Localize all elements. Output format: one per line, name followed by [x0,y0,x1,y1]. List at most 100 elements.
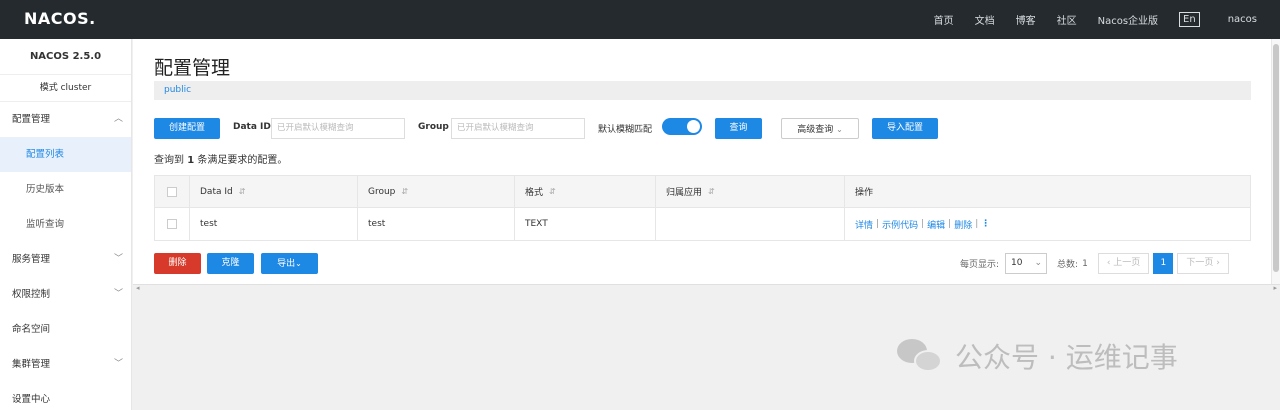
more-options-icon[interactable]: ⋮ [981,219,990,229]
table-header-row: Data Id ⇵ Group ⇵ 格式 ⇵ 归属应用 ⇵ 操作 [155,176,1250,208]
column-header-dataid[interactable]: Data Id ⇵ [190,176,358,207]
sort-icon[interactable]: ⇵ [549,187,556,196]
watermark: 公众号 · 运维记事 [897,336,1178,376]
column-header-app[interactable]: 归属应用 ⇵ [656,176,845,207]
config-table: Data Id ⇵ Group ⇵ 格式 ⇵ 归属应用 ⇵ 操作 test test T… [154,175,1251,241]
import-config-button[interactable]: 导入配置 [872,118,938,139]
sidebar-item-settings[interactable]: 设置中心 [0,382,131,410]
chevron-down-icon: ﹀ [113,289,123,299]
header-checkbox-cell [155,176,190,207]
dataid-input[interactable]: 已开启默认模糊查询 [271,118,405,139]
toggle-knob [687,120,700,133]
advanced-query-label: 高级查询 [797,125,834,135]
namespace-public-link[interactable]: public [164,85,191,95]
column-label: Group [368,186,396,197]
page-size-select[interactable]: 10 ⌄ [1005,253,1048,274]
page-size-label: 每页显示: [960,260,1000,270]
sample-code-link[interactable]: 示例代码 [882,218,918,231]
cell-format: TEXT [515,208,656,240]
column-label: Data Id [200,186,233,197]
vertical-scrollbar[interactable] [1271,39,1280,284]
search-toolbar: 创建配置 Data ID 已开启默认模糊查询 Group 已开启默认模糊查询 默… [154,118,1254,139]
chevron-right-icon: › [1213,258,1220,268]
sidebar-item-label: 历史版本 [26,184,65,195]
sidebar-item-label: 服务管理 [12,254,51,265]
select-all-checkbox[interactable] [167,186,177,197]
cell-operations: 详情 | 示例代码 | 编辑 | 删除 | ⋮ [845,208,1250,240]
sidebar-item-label: 配置列表 [26,149,65,160]
namespace-bar: public [154,81,1251,100]
total-count: 1 [1082,258,1088,269]
dataid-label: Data ID [233,122,271,132]
language-switch[interactable]: En [1179,12,1200,27]
next-page-label: 下一页 [1186,258,1214,268]
sidebar-item-config-management[interactable]: 配置管理 ︿ [0,102,131,137]
sort-icon[interactable]: ⇵ [239,187,246,196]
sidebar-item-label: 监听查询 [26,219,65,230]
scrollbar-thumb[interactable] [1273,44,1279,272]
sidebar-item-access-control[interactable]: 权限控制 ﹀ [0,277,131,312]
nav-docs[interactable]: 文档 [975,12,995,27]
page-title: 配置管理 [154,57,231,79]
config-panel: 配置管理 public 创建配置 Data ID 已开启默认模糊查询 Group… [133,39,1280,284]
row-checkbox[interactable] [167,219,177,229]
mode-label: 模式 cluster [0,75,131,102]
sidebar-item-service-management[interactable]: 服务管理 ﹀ [0,242,131,277]
edit-link[interactable]: 编辑 [927,218,945,231]
sidebar-item-label: 命名空间 [12,324,51,335]
nav-blog[interactable]: 博客 [1016,12,1036,27]
version-label: NACOS 2.5.0 [0,39,131,75]
chevron-down-icon: ﹀ [113,359,123,369]
main-content: 配置管理 public 创建配置 Data ID 已开启默认模糊查询 Group… [133,39,1280,410]
delete-link[interactable]: 删除 [954,218,972,231]
delete-button[interactable]: 删除 [154,253,201,274]
sort-icon[interactable]: ⇵ [401,187,408,196]
wechat-icon [897,337,943,375]
result-suffix: 条满足要求的配置。 [197,155,288,166]
chevron-down-icon: ⌄ [1034,258,1043,268]
result-count: 1 [187,155,195,166]
nav-enterprise[interactable]: Nacos企业版 [1098,12,1158,27]
advanced-query-button[interactable]: 高级查询 ⌄ [781,118,859,139]
next-page-button[interactable]: 下一页 › [1177,253,1229,274]
fuzzy-match-toggle[interactable] [662,118,702,135]
query-button[interactable]: 查询 [715,118,762,139]
create-config-button[interactable]: 创建配置 [154,118,220,139]
sidebar-item-history[interactable]: 历史版本 [0,172,131,207]
current-page[interactable]: 1 [1153,253,1174,274]
chevron-down-icon: ﹀ [113,254,123,264]
sidebar-item-cluster-management[interactable]: 集群管理 ﹀ [0,347,131,382]
cell-app [656,208,845,240]
top-bar: NACOS. 首页 文档 博客 社区 Nacos企业版 En nacos [0,0,1280,39]
sidebar-item-listener-query[interactable]: 监听查询 [0,207,131,242]
scroll-right-icon[interactable]: ▸ [1273,284,1277,292]
chevron-down-icon: ⌄ [836,125,843,134]
result-summary: 查询到 1 条满足要求的配置。 [154,151,287,166]
prev-page-button[interactable]: ‹ 上一页 [1097,253,1150,274]
details-link[interactable]: 详情 [855,218,873,231]
horizontal-scrollbar[interactable]: ◂ ▸ [133,284,1280,293]
row-checkbox-cell [155,208,190,240]
column-label: 归属应用 [666,188,703,198]
clone-button[interactable]: 克隆 [207,253,254,274]
nacos-logo[interactable]: NACOS. [24,9,96,28]
column-header-format[interactable]: 格式 ⇵ [515,176,656,207]
group-input[interactable]: 已开启默认模糊查询 [451,118,585,139]
export-label: 导出 [277,259,296,269]
sort-icon[interactable]: ⇵ [708,187,715,196]
column-header-operations: 操作 [845,176,1250,207]
nav-community[interactable]: 社区 [1057,12,1077,27]
cell-dataid: test [190,208,358,240]
sidebar-item-namespace[interactable]: 命名空间 [0,312,131,347]
nav-home[interactable]: 首页 [934,12,954,27]
scroll-left-icon[interactable]: ◂ [136,284,140,292]
column-header-group[interactable]: Group ⇵ [358,176,515,207]
result-prefix: 查询到 [154,155,184,166]
separator: | [876,219,880,229]
total-label: 总数: [1057,260,1079,270]
separator: | [975,219,979,229]
sidebar-item-config-list[interactable]: 配置列表 [0,137,131,172]
user-menu[interactable]: nacos [1228,14,1257,25]
export-button[interactable]: 导出⌄ [261,253,318,274]
sidebar-item-label: 设置中心 [12,394,51,405]
